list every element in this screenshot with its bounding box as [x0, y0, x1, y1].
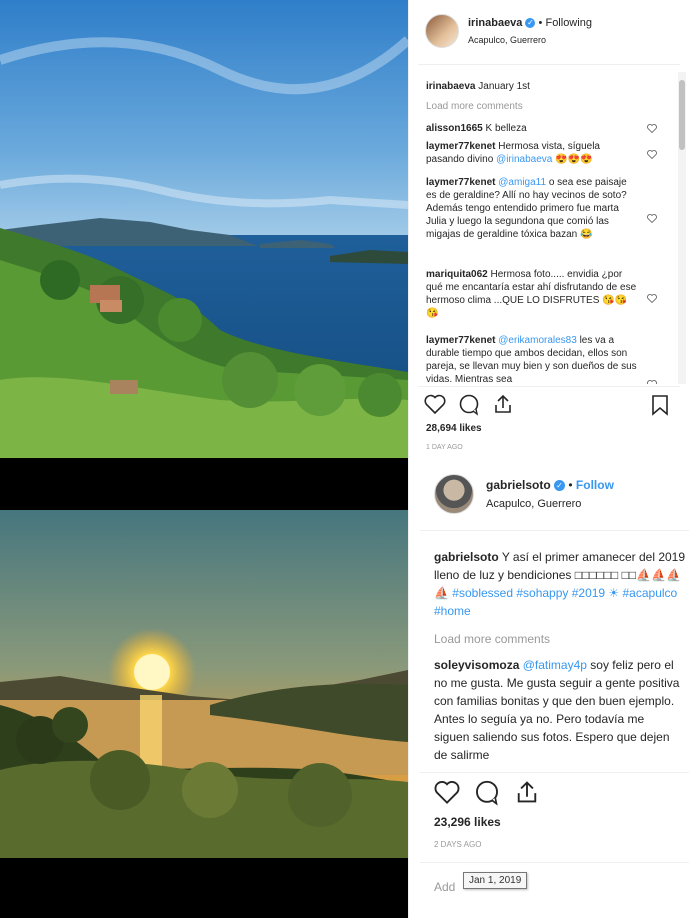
comment-mention[interactable]: @erikamorales83 — [498, 335, 577, 346]
share-icon[interactable] — [514, 779, 540, 805]
separator-dot: • — [568, 478, 573, 492]
post1-username[interactable]: irinabaeva — [468, 17, 522, 29]
post2-timestamp[interactable]: 2 days ago — [434, 840, 481, 849]
post1-location[interactable]: Acapulco, Guerrero — [468, 35, 546, 45]
post2-username[interactable]: gabrielsoto — [486, 478, 551, 492]
post1-caption: irinabaeva January 1st — [426, 80, 666, 93]
comment-username[interactable]: laymer77kenet — [426, 141, 496, 152]
comment-text: K belleza — [485, 123, 527, 134]
comment-username[interactable]: laymer77kenet — [426, 335, 496, 346]
comment-item: laymer77kenet @erikamorales83 les va a d… — [426, 334, 638, 384]
header-divider — [420, 530, 689, 531]
add-comment-input[interactable]: Add — [434, 880, 455, 894]
comment-like-heart-icon[interactable] — [647, 150, 657, 159]
verified-badge-icon: ✓ — [554, 480, 566, 492]
comments-scrollbar-thumb[interactable] — [679, 80, 685, 150]
comment-bubble-icon[interactable] — [474, 780, 500, 806]
comment-like-heart-icon[interactable] — [647, 214, 657, 223]
comment-text: soy feliz pero el no me gusta. Me gusta … — [434, 658, 680, 762]
add-comment-divider — [420, 862, 689, 863]
comment-bubble-icon[interactable] — [458, 394, 480, 416]
post1-header: irinabaeva ✓ • Following — [468, 17, 592, 29]
caption-text: January 1st — [478, 81, 530, 92]
post-image-coast[interactable] — [0, 0, 408, 458]
comment-like-heart-icon[interactable] — [647, 380, 657, 384]
comment-item: alisson1665 K belleza — [426, 122, 638, 135]
date-tooltip: Jan 1, 2019 — [463, 872, 528, 889]
actions-divider — [420, 772, 689, 773]
avatar[interactable] — [425, 14, 459, 48]
comment-username[interactable]: alisson1665 — [426, 123, 483, 134]
verified-badge-icon: ✓ — [525, 18, 536, 29]
comments-clip: laymer77kenet @erikamorales83 les va a d… — [426, 334, 672, 384]
comment-mention[interactable]: @fatimay4p — [523, 658, 587, 672]
like-heart-icon[interactable] — [424, 394, 446, 414]
bookmark-icon[interactable] — [651, 394, 669, 416]
comment-like-heart-icon[interactable] — [647, 124, 657, 133]
avatar[interactable] — [434, 474, 474, 514]
post2-caption: gabrielsoto Y así el primer amanecer del… — [434, 548, 686, 620]
comment-like-heart-icon[interactable] — [647, 294, 657, 303]
actions-divider — [418, 386, 680, 387]
load-more-comments[interactable]: Load more comments — [426, 100, 523, 113]
comment-item: laymer77kenet @amiga11 o sea ese paisaje… — [426, 176, 638, 241]
comment-item: soleyvisomoza @fatimay4p soy feliz pero … — [434, 656, 682, 764]
post2-header: gabrielsoto ✓ • Follow — [486, 478, 614, 492]
follow-button[interactable]: Follow — [576, 478, 614, 492]
comment-mention[interactable]: @amiga11 — [498, 177, 546, 188]
post-image-sunrise[interactable] — [0, 510, 408, 858]
post1-timestamp[interactable]: 1 day ago — [426, 444, 463, 451]
separator-dot: • — [538, 17, 543, 29]
comment-item: laymer77kenet Hermosa vista, síguela pas… — [426, 140, 638, 166]
caption-username[interactable]: gabrielsoto — [434, 550, 499, 564]
post2-location[interactable]: Acapulco, Guerrero — [486, 498, 581, 510]
share-icon[interactable] — [492, 393, 514, 415]
following-button[interactable]: Following — [545, 17, 591, 29]
post1-likes-count[interactable]: 28,694 likes — [426, 423, 482, 434]
image-letterbox-top — [0, 458, 408, 510]
like-heart-icon[interactable] — [434, 780, 460, 804]
comment-username[interactable]: laymer77kenet — [426, 177, 496, 188]
caption-username[interactable]: irinabaeva — [426, 81, 475, 92]
caption-hashtags[interactable]: #soblessed #sohappy #2019 ☀ #acapulco #h… — [434, 586, 677, 618]
load-more-comments[interactable]: Load more comments — [434, 632, 550, 646]
comment-emoji: 😍😍😍 — [555, 154, 593, 165]
image-letterbox-bottom — [0, 858, 408, 918]
post2-likes-count[interactable]: 23,296 likes — [434, 815, 501, 829]
header-divider — [418, 64, 680, 65]
comment-username[interactable]: mariquita062 — [426, 269, 488, 280]
comment-item: mariquita062 Hermosa foto..... envidia ¿… — [426, 268, 638, 320]
comment-username[interactable]: soleyvisomoza — [434, 658, 519, 672]
comment-mention[interactable]: @irinabaeva — [496, 154, 552, 165]
